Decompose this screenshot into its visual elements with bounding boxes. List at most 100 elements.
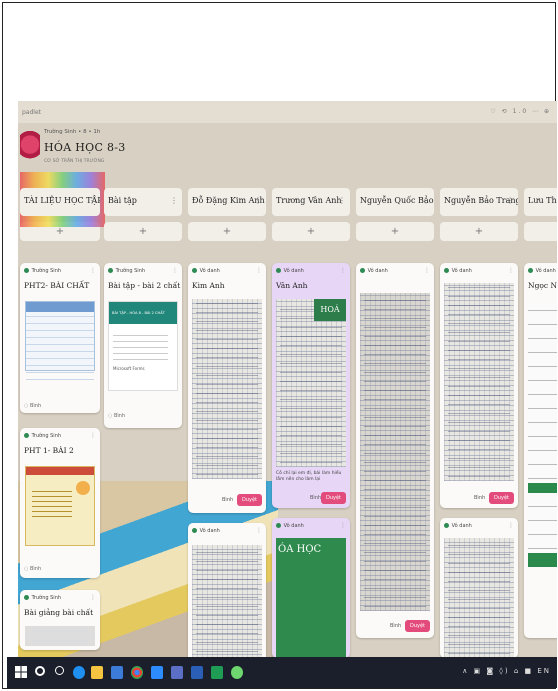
post-author: Vô danh — [192, 528, 220, 534]
homework-photo[interactable] — [192, 545, 262, 661]
column-header[interactable]: Bài tập ⋮ — [104, 188, 182, 216]
avatar-icon — [444, 268, 449, 273]
more-icon[interactable]: ⋮ — [90, 594, 96, 601]
footer-label: Bình — [29, 566, 42, 572]
attachment-preview — [25, 626, 95, 646]
avatar-icon — [192, 268, 197, 273]
post-card[interactable]: Trường Sinh ⋮ Bài tập - bài 2 chất BÀI T… — [104, 263, 182, 428]
post-card[interactable]: Vô danh Ngọc Ngà — [524, 263, 557, 638]
post-author: Vô danh — [276, 268, 304, 274]
avatar-icon — [360, 268, 365, 273]
more-icon[interactable]: ⋮ — [506, 196, 514, 205]
add-post-button[interactable]: + — [272, 222, 350, 241]
more-icon[interactable]: ⋮ — [170, 196, 178, 205]
post-card[interactable]: Trường Sinh ⋮ PHT 1- BÀI 2 ◌ Bình — [20, 428, 100, 578]
author-name: Vô danh — [535, 268, 556, 274]
padlet-topbar: padlet ♡ ⟲ 1.0 ⋯ ⊕ — [18, 101, 557, 123]
store-icon[interactable] — [111, 666, 123, 679]
post-author: Vô danh — [192, 268, 220, 274]
more-icon[interactable]: ⋮ — [340, 522, 346, 529]
task-view-icon[interactable] — [55, 666, 64, 675]
comment-link[interactable]: Bình — [222, 497, 233, 503]
comment-link[interactable]: Bình — [390, 623, 401, 629]
post-caption: Cô chỉ lại em đi, bài làm hiểu lắm nên c… — [276, 471, 342, 482]
column-header[interactable]: Trương Vân Anh ⋮ — [272, 188, 350, 216]
more-icon[interactable]: ⋮ — [90, 267, 96, 274]
post-card[interactable]: Vô danh ⋮ ÓA HỌC — [272, 518, 350, 658]
file-explorer-icon[interactable] — [91, 666, 103, 679]
more-icon[interactable]: ⋮ — [90, 432, 96, 439]
author-name: Trường Sinh — [115, 268, 146, 274]
column-header[interactable]: Nguyễn Quốc Bảo ⋮ — [356, 188, 434, 216]
more-icon[interactable]: ⋮ — [338, 196, 346, 205]
post-card[interactable]: Trường Sinh ⋮ Bài giảng bài chất — [20, 590, 100, 650]
more-icon[interactable]: ⋮ — [256, 527, 262, 534]
column-header[interactable]: Đỗ Đặng Kim Anh ⋮ — [188, 188, 266, 216]
teams-icon[interactable] — [171, 666, 183, 679]
app-icon[interactable] — [231, 666, 243, 679]
comment-link[interactable]: Bình — [474, 495, 485, 501]
post-footer[interactable]: ◌ Bình — [108, 413, 125, 419]
approve-button[interactable]: Duyệt — [236, 494, 262, 506]
worksheet-table-image — [25, 301, 95, 380]
author-name: Trường Sinh — [31, 433, 62, 439]
more-icon[interactable]: ⋮ — [508, 522, 514, 529]
column-title: Lưu Thị Ngọc Ngà — [528, 196, 557, 205]
document-preview[interactable] — [528, 303, 557, 567]
word-icon[interactable] — [191, 666, 203, 679]
topbar-icons[interactable]: ♡ ⟲ 1.0 ⋯ ⊕ — [490, 108, 551, 115]
homework-photo[interactable] — [444, 283, 514, 481]
add-post-button[interactable]: + — [104, 222, 182, 241]
edge-icon[interactable] — [73, 666, 85, 679]
post-card[interactable]: Vô danh ⋮ Kim Anh Bình Duyệt — [188, 263, 266, 513]
post-card[interactable]: Trường Sinh ⋮ PHT2- BÀI CHẤT ◌ Bình — [20, 263, 100, 413]
homework-photo[interactable] — [192, 299, 262, 479]
more-icon[interactable]: ⋮ — [340, 267, 346, 274]
column-header[interactable]: TÀI LIỆU HỌC TẬP ⋮ — [20, 188, 100, 216]
add-post-button[interactable]: + — [356, 222, 434, 241]
homework-photo[interactable]: HOÁ — [276, 299, 346, 467]
add-post-button[interactable]: + — [440, 222, 518, 241]
more-icon[interactable]: ⋮ — [254, 196, 262, 205]
book-photo[interactable]: ÓA HỌC — [276, 538, 346, 658]
approve-button[interactable]: Duyệt — [488, 492, 514, 504]
post-footer[interactable]: ◌ Bình — [24, 566, 41, 572]
chrome-icon[interactable] — [131, 666, 143, 679]
more-icon[interactable]: ⋮ — [88, 196, 96, 205]
author-name: Trường Sinh — [31, 268, 62, 274]
footer-label: Bình — [29, 403, 42, 409]
column-quoc-bao: Nguyễn Quốc Bảo ⋮ + Vô danh ⋮ Bình Duyệt — [356, 188, 434, 661]
more-icon[interactable]: ⋮ — [508, 267, 514, 274]
post-footer[interactable]: ◌ Bình — [24, 403, 41, 409]
more-icon[interactable]: ⋮ — [422, 196, 430, 205]
avatar-icon — [24, 433, 29, 438]
book-cover-label: ÓA HỌC — [278, 544, 322, 555]
more-icon[interactable]: ⋮ — [172, 267, 178, 274]
zoom-icon[interactable] — [151, 666, 163, 679]
post-card[interactable]: Vô danh ⋮ Vân Anh HOÁ Cô chỉ lại em đi, … — [272, 263, 350, 508]
comment-link[interactable]: Bình — [310, 495, 321, 501]
homework-photo[interactable] — [444, 538, 514, 658]
add-post-button[interactable]: + — [188, 222, 266, 241]
post-card[interactable]: Vô danh ⋮ — [188, 523, 266, 661]
windows-start-icon[interactable] — [15, 666, 27, 678]
approve-button[interactable]: Duyệt — [320, 492, 346, 504]
post-card[interactable]: Vô danh ⋮ Bình Duyệt — [440, 263, 518, 508]
board-title: HÓA HỌC 8-3 — [44, 141, 126, 154]
more-icon[interactable]: ⋮ — [256, 267, 262, 274]
board-avatar — [20, 131, 40, 165]
book-cover-label: HOÁ — [314, 299, 346, 321]
form-link[interactable]: Microsoft Forms — [113, 366, 145, 371]
post-card[interactable]: Vô danh ⋮ Bình Duyệt — [356, 263, 434, 638]
excel-icon[interactable] — [211, 666, 223, 679]
homework-photo[interactable] — [360, 293, 430, 611]
post-title: Vân Anh — [276, 281, 308, 290]
post-card[interactable]: Vô danh ⋮ — [440, 518, 518, 658]
add-post-button[interactable]: + — [524, 222, 557, 241]
column-header[interactable]: Nguyễn Bảo Trang ⋮ — [440, 188, 518, 216]
more-icon[interactable]: ⋮ — [424, 267, 430, 274]
approve-button[interactable]: Duyệt — [404, 620, 430, 632]
search-icon[interactable] — [35, 666, 45, 676]
system-tray[interactable]: ∧ ▣ ◙ ◊) ⌂ ■ EN — [462, 667, 551, 675]
column-header[interactable]: Lưu Thị Ngọc Ngà — [524, 188, 557, 216]
